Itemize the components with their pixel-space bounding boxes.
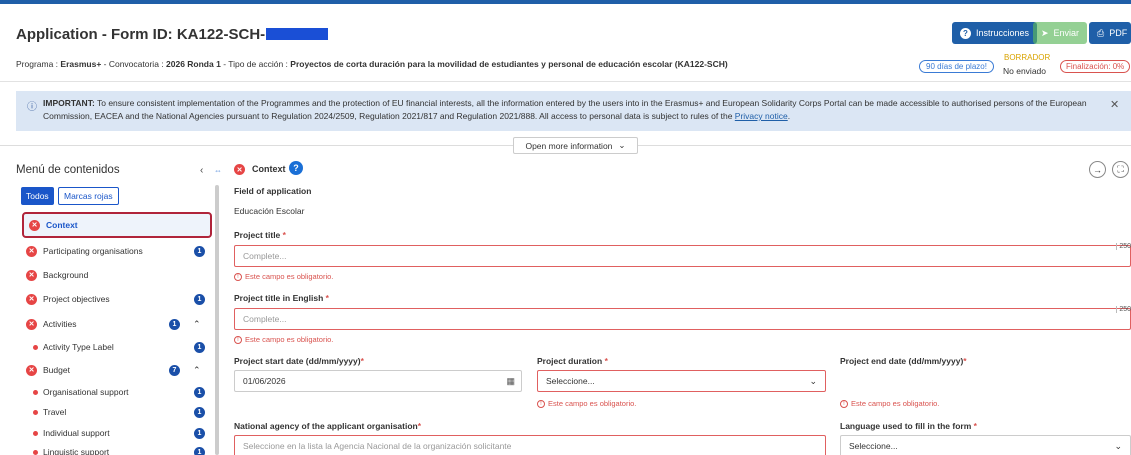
tab-all[interactable]: Todos: [21, 187, 54, 205]
error-dot-icon: [33, 409, 38, 415]
notice-text: IMPORTANT: To ensure consistent implemen…: [43, 98, 1087, 121]
language-label: Language used to fill in the form *: [840, 421, 977, 431]
error-outline-icon: !: [840, 399, 848, 408]
status-draft: BORRADOR: [1004, 53, 1051, 62]
language-select[interactable]: Seleccione... ⌄: [840, 435, 1131, 455]
count-badge: 1: [194, 386, 205, 398]
sidebar-item-activities[interactable]: ✕ Activities 1 ⌃: [16, 314, 212, 334]
sidebar-item-project-objectives[interactable]: ✕ Project objectives 1: [16, 289, 212, 309]
privacy-notice: ⓘ IMPORTANT: To ensure consistent implem…: [16, 91, 1131, 131]
chevron-down-icon: ⌄: [809, 375, 817, 386]
calendar-icon[interactable]: ▦: [506, 376, 515, 387]
sidebar-item-linguistic-support[interactable]: Linguistic support 1: [16, 442, 212, 455]
section-title: Context: [252, 164, 286, 174]
status-sent: No enviado: [1003, 66, 1047, 76]
help-icon[interactable]: ?: [289, 161, 303, 175]
start-date-input[interactable]: 01/06/2026 ▦: [234, 370, 522, 392]
project-duration-label: Project duration *: [537, 356, 608, 366]
count-badge: 1: [194, 406, 205, 418]
project-title-english-input[interactable]: Complete...: [234, 308, 1131, 330]
sidebar-item-participating-organisations[interactable]: ✕ Participating organisations 1: [16, 241, 212, 261]
resize-icon[interactable]: ⇔: [214, 166, 222, 175]
error-outline-icon: !: [234, 272, 242, 281]
project-title-error: ! Este campo es obligatorio.: [234, 272, 333, 281]
printer-icon: ⎙: [1097, 27, 1105, 38]
project-title-english-label: Project title in English *: [234, 293, 329, 303]
collapse-icon[interactable]: ‹: [200, 165, 203, 176]
count-badge: 1: [194, 341, 205, 353]
error-icon: ✕: [26, 364, 37, 376]
completion-badge: Finalización: 0%: [1060, 60, 1131, 73]
error-icon: ✕: [26, 245, 37, 257]
error-dot-icon: [33, 449, 38, 455]
instructions-button[interactable]: ? Instrucciones: [952, 22, 1038, 44]
sidebar-item-budget[interactable]: ✕ Budget 7 ⌃: [16, 360, 212, 380]
pdf-button[interactable]: ⎙ PDF: [1089, 22, 1131, 44]
arrow-right-icon[interactable]: →: [1089, 161, 1106, 178]
tab-red-marks[interactable]: Marcas rojas: [58, 187, 119, 205]
field-of-application-value: Educación Escolar: [234, 206, 305, 216]
chevron-down-icon: ⌄: [1114, 440, 1122, 451]
error-outline-icon: !: [234, 335, 242, 344]
sidebar-scrollbar[interactable]: [215, 185, 219, 455]
error-dot-icon: [33, 389, 38, 395]
expand-icon[interactable]: ⛶: [1112, 161, 1129, 178]
count-badge: 1: [194, 427, 205, 439]
count-badge: 1: [194, 245, 205, 257]
error-icon: ✕: [26, 293, 37, 305]
sidebar-item-travel[interactable]: Travel 1: [16, 402, 212, 422]
error-icon: ✕: [26, 269, 37, 281]
count-badge: 1: [194, 293, 205, 305]
sidebar-item-background[interactable]: ✕ Background: [16, 265, 212, 285]
count-badge: 7: [169, 364, 180, 376]
sidebar-item-individual-support[interactable]: Individual support 1: [16, 423, 212, 443]
field-of-application-label: Field of application: [234, 186, 312, 196]
page-title: Application - Form ID: KA122-SCH-: [16, 26, 329, 43]
send-button[interactable]: ➤ Enviar: [1033, 22, 1088, 44]
end-date-error: ! Este campo es obligatorio.: [840, 399, 939, 408]
error-icon: ✕: [26, 318, 37, 330]
char-counter: 250: [1116, 243, 1131, 250]
start-date-label: Project start date (dd/mm/yyyy)*: [234, 356, 364, 366]
sidebar-item-context[interactable]: ✕ Context: [22, 212, 212, 238]
sidebar-title: Menú de contenidos: [16, 164, 120, 176]
project-title-english-error: ! Este campo es obligatorio.: [234, 335, 333, 344]
error-icon: ✕: [234, 164, 245, 175]
error-outline-icon: !: [537, 399, 545, 408]
info-icon: ⓘ: [27, 102, 37, 113]
application-meta: Programa : Erasmus+ - Convocatoria : 202…: [16, 59, 728, 69]
national-agency-label: National agency of the applicant organis…: [234, 421, 422, 431]
open-more-information-button[interactable]: Open more information ⌄: [513, 137, 638, 154]
error-dot-icon: [33, 344, 38, 350]
page-header: Application - Form ID: KA122-SCH- Progra…: [0, 4, 1131, 82]
send-icon: ➤: [1041, 27, 1049, 38]
error-icon: ✕: [29, 219, 40, 231]
char-counter: 250: [1116, 306, 1131, 313]
national-agency-select[interactable]: Seleccione en la lista la Agencia Nacion…: [234, 435, 826, 455]
close-icon[interactable]: ✕: [1110, 98, 1119, 111]
end-date-label: Project end date (dd/mm/yyyy)*: [840, 356, 967, 366]
chevron-up-icon[interactable]: ⌃: [193, 365, 201, 376]
sidebar-item-organisational-support[interactable]: Organisational support 1: [16, 382, 212, 402]
error-dot-icon: [33, 430, 38, 436]
question-icon: ?: [960, 27, 971, 39]
project-duration-error: ! Este campo es obligatorio.: [537, 399, 636, 408]
project-title-input[interactable]: Complete...: [234, 245, 1131, 267]
project-title-label: Project title *: [234, 230, 286, 240]
chevron-up-icon[interactable]: ⌃: [193, 319, 201, 330]
sidebar-item-activity-type-label[interactable]: Activity Type Label 1: [16, 337, 212, 357]
project-duration-select[interactable]: Seleccione... ⌄: [537, 370, 826, 392]
count-badge: 1: [169, 318, 180, 330]
privacy-notice-link[interactable]: Privacy notice: [735, 111, 788, 121]
count-badge: 1: [194, 446, 205, 455]
deadline-badge: 90 días de plazo!: [919, 60, 994, 73]
chevron-down-icon: ⌄: [618, 140, 626, 150]
redacted-id: [266, 28, 329, 40]
